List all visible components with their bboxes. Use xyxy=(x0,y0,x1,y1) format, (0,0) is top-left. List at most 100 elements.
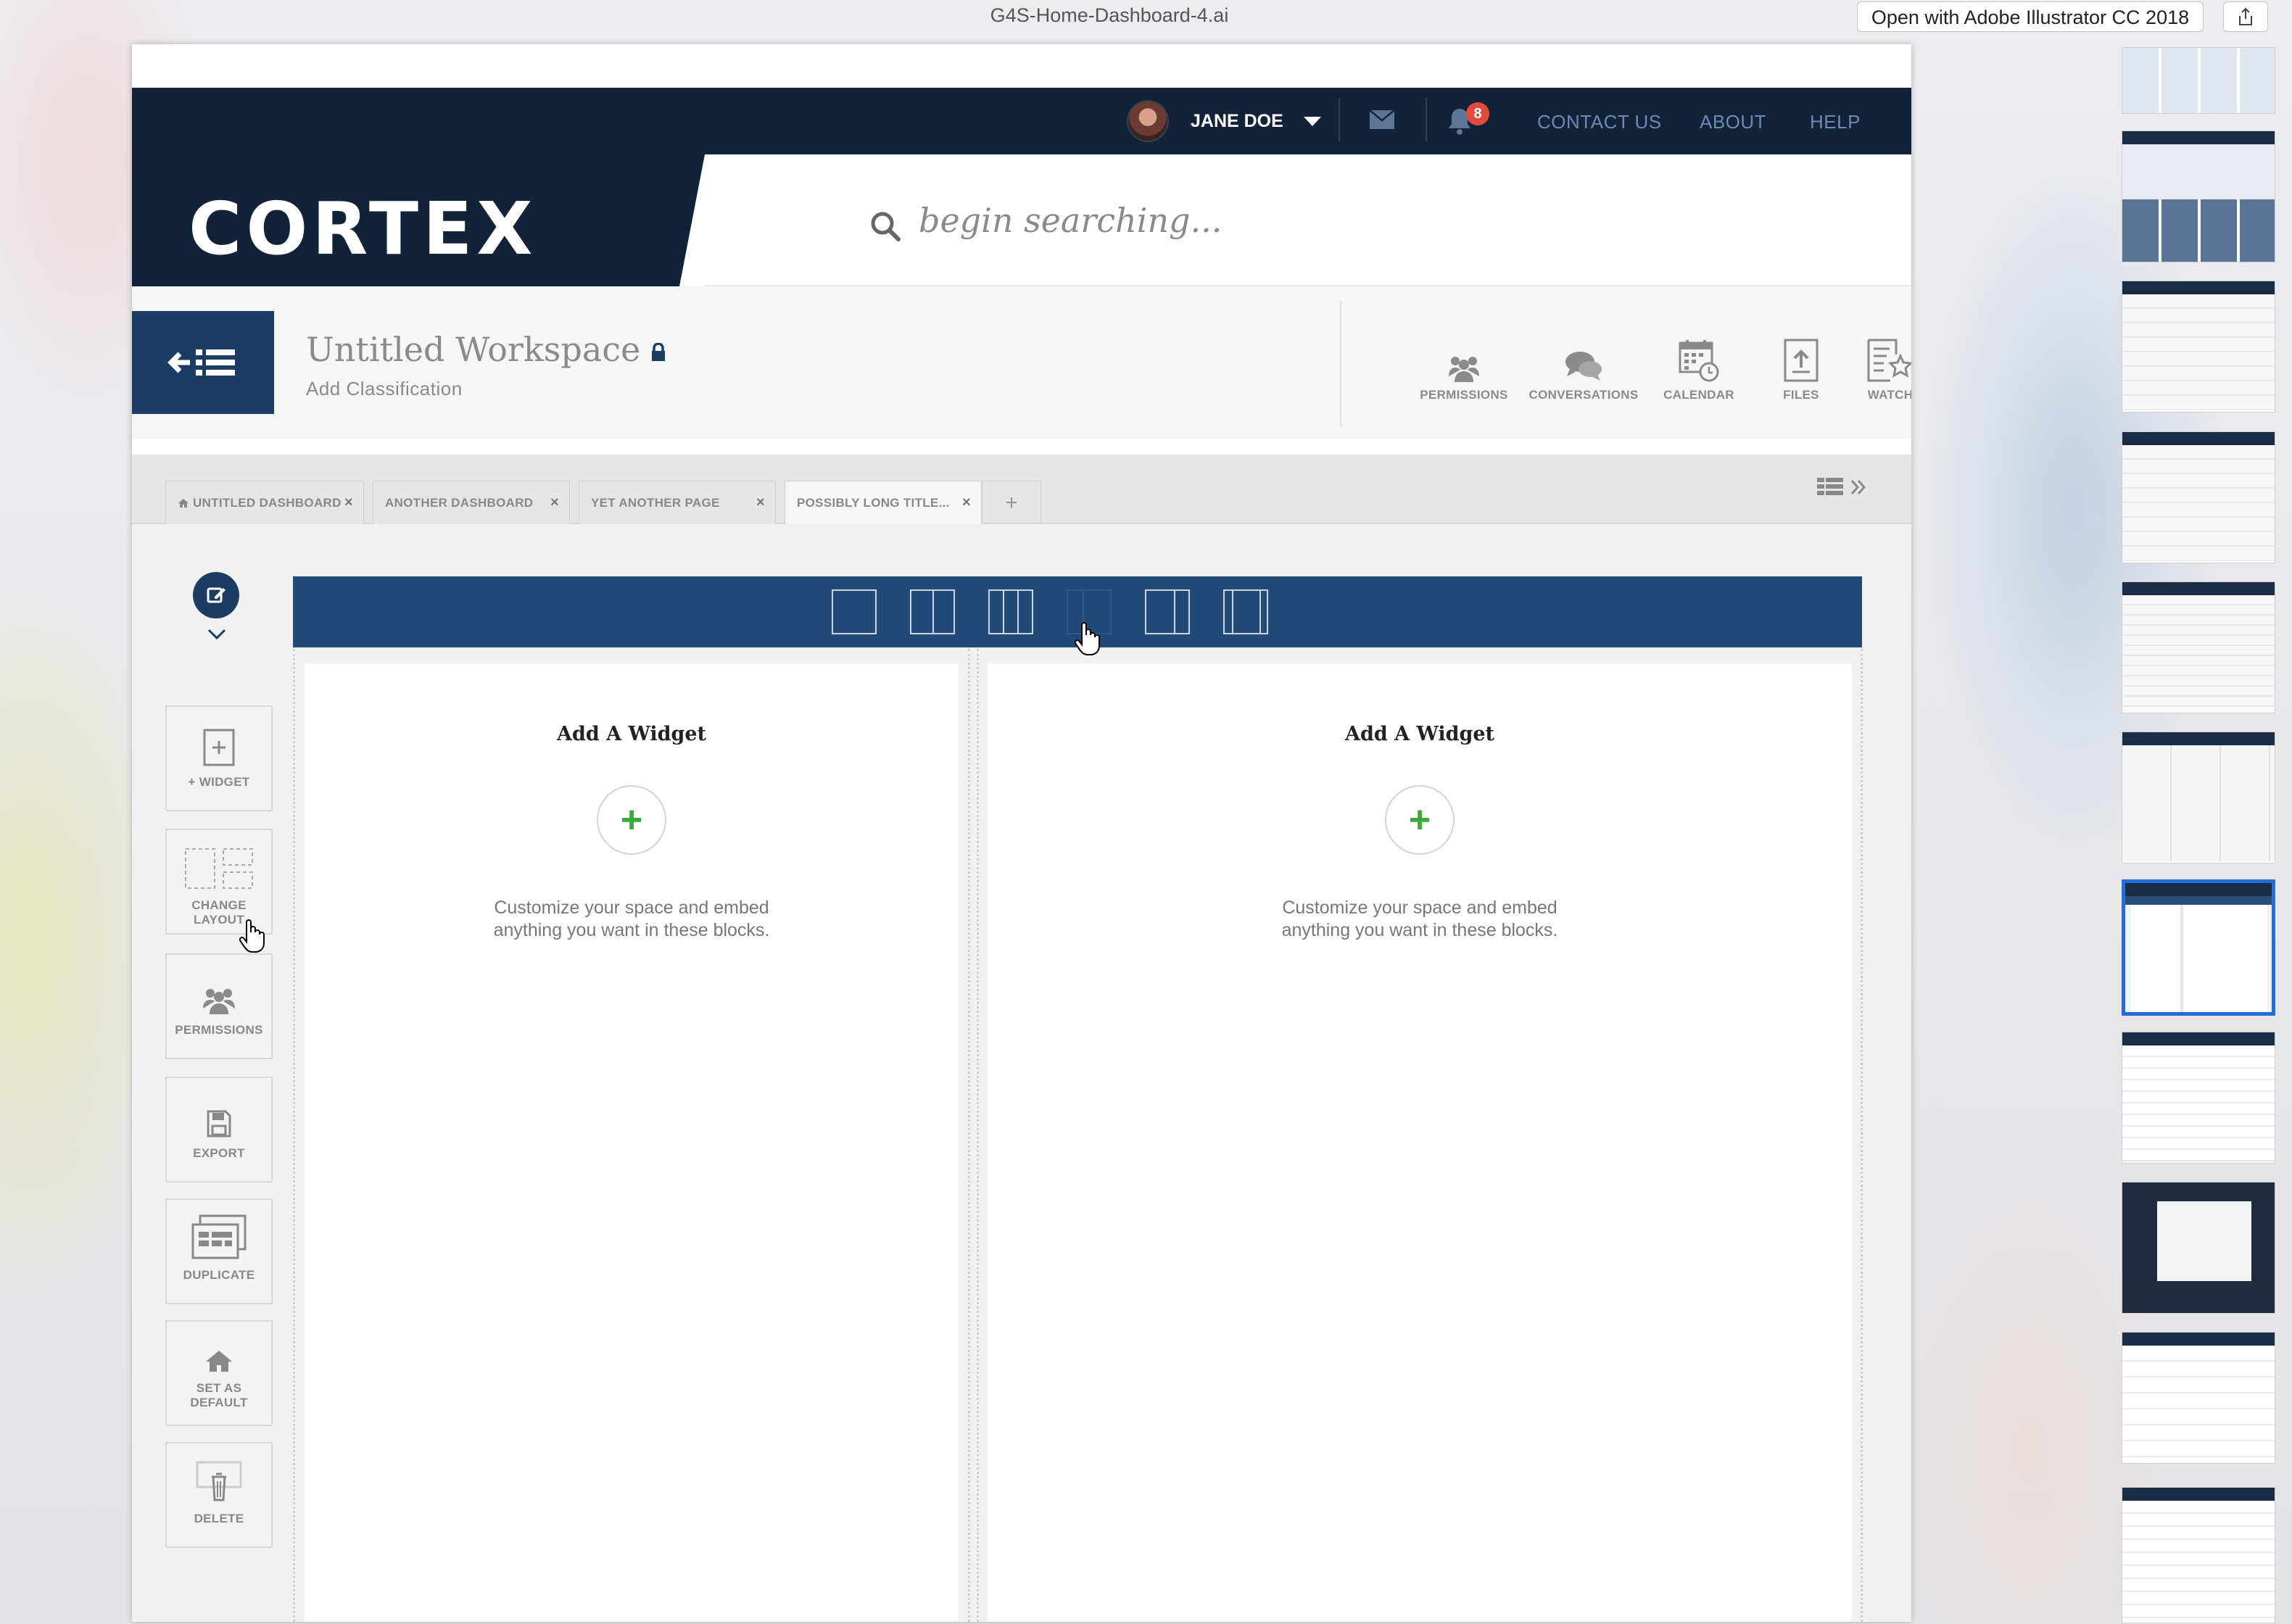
page-thumbnail[interactable] xyxy=(2122,281,2275,413)
widget-title: Add A Widget xyxy=(557,723,706,745)
about-link[interactable]: ABOUT xyxy=(1700,111,1766,133)
close-icon[interactable]: × xyxy=(962,494,971,511)
column-guide xyxy=(968,649,970,1622)
contact-us-link[interactable]: CONTACT US xyxy=(1537,111,1662,133)
help-link[interactable]: HELP xyxy=(1810,111,1861,133)
page-thumbnail[interactable] xyxy=(2122,1332,2275,1464)
home-icon xyxy=(206,1351,232,1372)
workspace-header: Untitled Workspace Add Classification PE… xyxy=(132,286,1911,439)
open-with-button[interactable]: Open with Adobe Illustrator CC 2018 xyxy=(1857,1,2204,32)
double-chevron-right-icon[interactable] xyxy=(1850,479,1866,495)
sidebar-label: + WIDGET xyxy=(188,775,250,789)
search-input[interactable] xyxy=(919,195,1571,246)
close-icon[interactable]: × xyxy=(756,494,765,511)
close-icon[interactable]: × xyxy=(550,494,559,511)
edit-mode-button[interactable] xyxy=(193,572,239,618)
delete-button[interactable]: DELETE xyxy=(165,1442,273,1548)
workspace-title-text: Untitled Workspace xyxy=(306,330,641,369)
sidebar-label: DELETE xyxy=(194,1512,244,1525)
widget-block-right: Add A Widget + Customize your space and … xyxy=(988,663,1852,1622)
permissions-action[interactable]: PERMISSIONS xyxy=(1406,334,1522,402)
hand-cursor-icon xyxy=(1075,622,1100,655)
page-thumbnail[interactable] xyxy=(2122,581,2275,713)
edit-icon xyxy=(207,587,226,603)
document-canvas: JANE DOE 8 CONTACT US ABOUT HELP CORTEX … xyxy=(132,44,1911,1622)
cortex-logo[interactable]: CORTEX xyxy=(189,186,537,271)
widget-description-line: Customize your space and embed xyxy=(1282,898,1557,918)
sidebar-label: EXPORT xyxy=(193,1146,245,1160)
widget-title: Add A Widget xyxy=(1345,723,1494,745)
add-widget-plus-button[interactable]: + xyxy=(1385,785,1455,855)
layout-right-narrow[interactable] xyxy=(1145,589,1190,634)
plus-icon: + xyxy=(1408,799,1431,841)
tab-label: ANOTHER DASHBOARD xyxy=(385,495,534,510)
plus-icon: + xyxy=(620,799,643,841)
action-label: CONVERSATIONS xyxy=(1528,388,1639,402)
column-guide xyxy=(293,649,295,1622)
divider xyxy=(1426,98,1427,141)
widget-description: Customize your space and embed anything y… xyxy=(305,897,959,942)
divider xyxy=(1340,301,1341,427)
add-tab-button[interactable]: + xyxy=(982,481,1041,524)
home-icon xyxy=(178,498,189,508)
layout-one-column[interactable] xyxy=(832,589,877,634)
users-icon xyxy=(1449,357,1479,382)
tab-another-dashboard[interactable]: ANOTHER DASHBOARD × xyxy=(373,481,570,524)
watch-action[interactable]: WATCH xyxy=(1832,334,1911,402)
page-thumbnail-selected[interactable] xyxy=(2122,879,2275,1016)
calendar-action[interactable]: CALENDAR xyxy=(1641,334,1757,402)
tab-possibly-long-title[interactable]: POSSIBLY LONG TITLE... × xyxy=(785,481,982,524)
avatar xyxy=(1127,100,1169,142)
layout-sidebars[interactable] xyxy=(1223,589,1268,634)
back-list-icon xyxy=(167,349,235,376)
layout-three-columns[interactable] xyxy=(988,589,1033,634)
hand-cursor-icon xyxy=(239,919,265,953)
mail-icon[interactable] xyxy=(1369,109,1395,130)
save-icon xyxy=(207,1110,231,1138)
set-as-default-button[interactable]: SET AS DEFAULT xyxy=(165,1320,273,1426)
tab-untitled-dashboard[interactable]: UNTITLED DASHBOARD × xyxy=(165,481,364,524)
page-thumbnail[interactable] xyxy=(2122,130,2275,262)
user-menu[interactable]: JANE DOE xyxy=(1127,98,1321,144)
search-icon xyxy=(871,212,901,241)
watch-icon xyxy=(1867,339,1911,382)
add-widget-button[interactable]: + WIDGET xyxy=(165,705,273,811)
add-classification-link[interactable]: Add Classification xyxy=(306,378,463,400)
calendar-icon xyxy=(1679,340,1719,382)
page-thumbnail[interactable] xyxy=(2122,431,2275,563)
page-thumbnail[interactable] xyxy=(2122,1032,2275,1164)
plus-box-icon xyxy=(203,729,235,766)
page-thumbnail[interactable] xyxy=(2122,1182,2275,1314)
add-widget-plus-button[interactable]: + xyxy=(597,785,666,855)
conversations-action[interactable]: CONVERSATIONS xyxy=(1526,334,1642,402)
layout-icon xyxy=(185,848,253,889)
sidebar-label: DUPLICATE xyxy=(183,1268,255,1282)
permissions-button[interactable]: PERMISSIONS xyxy=(165,953,273,1059)
workspace-title[interactable]: Untitled Workspace xyxy=(306,330,666,369)
page-thumbnail[interactable] xyxy=(2122,1487,2275,1623)
grid-list-icon[interactable] xyxy=(1817,478,1843,497)
tab-label: UNTITLED DASHBOARD xyxy=(193,495,342,510)
sidebar-label-line: CHANGE xyxy=(191,898,247,912)
search-bar xyxy=(705,154,1911,286)
action-label: CALENDAR xyxy=(1663,388,1734,402)
copy-icon xyxy=(191,1214,247,1259)
sidebar-label-line: LAYOUT xyxy=(193,913,245,927)
page-thumbnail[interactable] xyxy=(2122,732,2275,863)
close-icon[interactable]: × xyxy=(344,494,353,511)
layout-two-columns[interactable] xyxy=(910,589,955,634)
share-button[interactable] xyxy=(2223,1,2268,32)
back-to-list-button[interactable] xyxy=(132,311,274,414)
duplicate-button[interactable]: DUPLICATE xyxy=(165,1198,273,1304)
workspace-canvas: + WIDGET CHANGE LAYOUT PERMISSIONS EXPORT… xyxy=(132,524,1911,1622)
column-guide xyxy=(1861,649,1863,1622)
top-navigation-bar: JANE DOE 8 CONTACT US ABOUT HELP xyxy=(132,88,1911,154)
column-guide xyxy=(977,649,979,1622)
chevron-down-icon[interactable] xyxy=(207,629,226,640)
lock-icon xyxy=(652,343,666,361)
divider xyxy=(1339,98,1340,141)
export-button[interactable]: EXPORT xyxy=(165,1077,273,1182)
page-thumbnail[interactable] xyxy=(2122,47,2275,114)
upload-icon xyxy=(1784,339,1819,382)
tab-yet-another-page[interactable]: YET ANOTHER PAGE × xyxy=(579,481,776,524)
